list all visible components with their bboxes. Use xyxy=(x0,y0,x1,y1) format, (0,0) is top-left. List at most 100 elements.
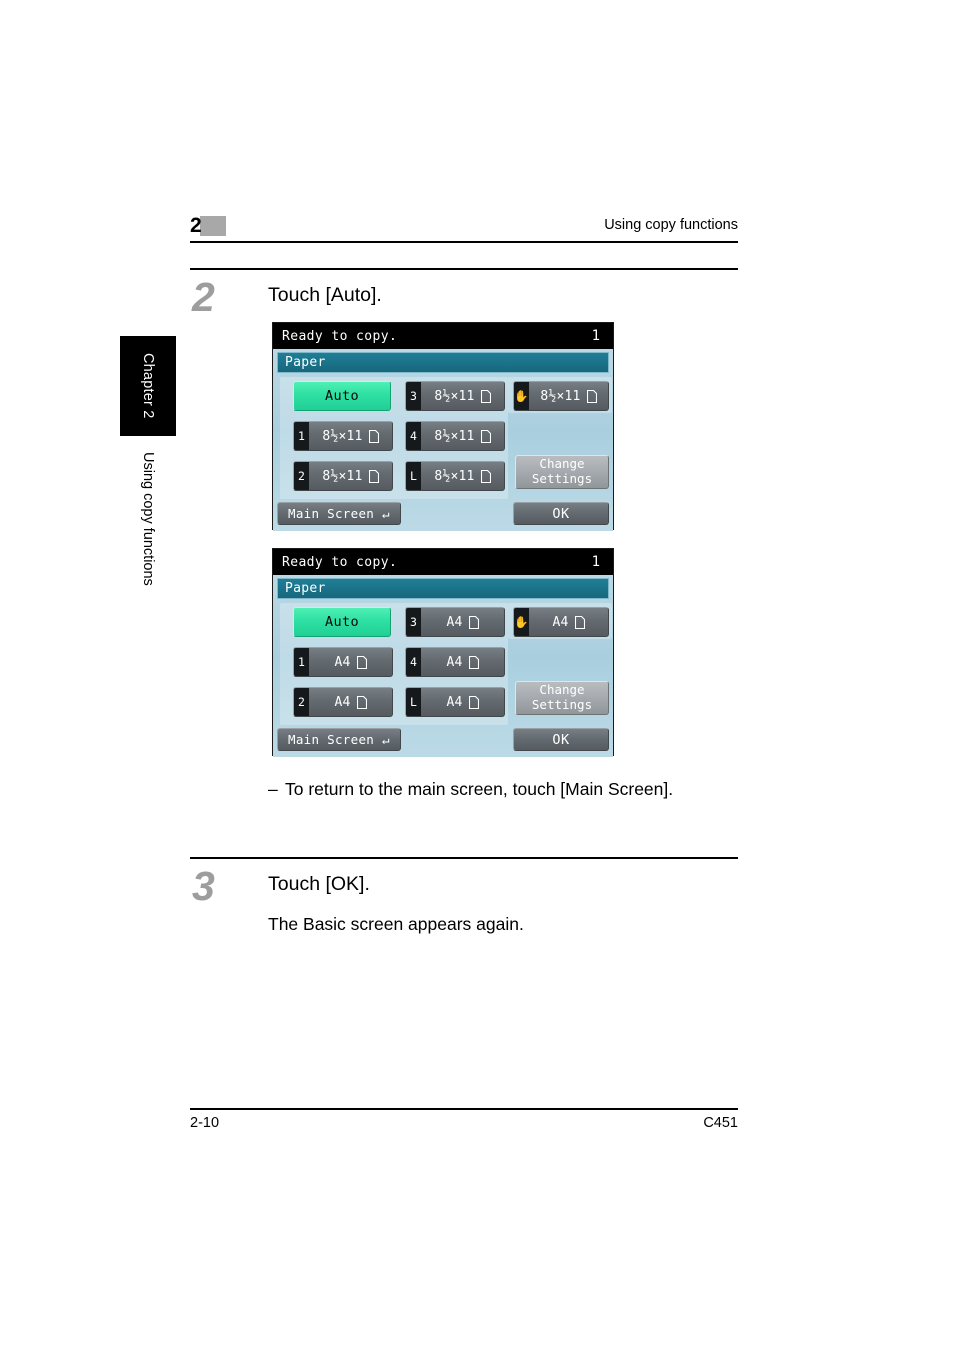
tray-4-label: A4 xyxy=(421,655,504,670)
tray-2-badge: 2 xyxy=(294,688,309,716)
tray-1-button[interactable]: 1 A4 xyxy=(293,647,393,677)
lcd-title-text: Paper xyxy=(285,581,326,596)
change-settings-button[interactable]: Change Settings xyxy=(515,455,609,489)
tray-4-button[interactable]: 4 8½×11 xyxy=(405,421,505,451)
tray-4-label: 8½×11 xyxy=(421,429,504,444)
tray-3-label: 8½×11 xyxy=(421,389,504,404)
tray-l-badge: L xyxy=(406,462,421,490)
lcd-copy-count: 1 xyxy=(591,328,600,344)
tray-2-badge: 2 xyxy=(294,462,309,490)
step-2-note: – To return to the main screen, touch [M… xyxy=(268,777,688,802)
auto-paper-button[interactable]: Auto xyxy=(293,607,391,637)
lcd-title-bar: Paper xyxy=(277,352,609,373)
step-2-title: Touch [Auto]. xyxy=(268,284,382,306)
tray-l-label: 8½×11 xyxy=(421,469,504,484)
main-screen-button[interactable]: Main Screen ↵ xyxy=(277,502,401,525)
footer-page-number: 2-10 xyxy=(190,1115,220,1131)
tray-1-button[interactable]: 1 8½×11 xyxy=(293,421,393,451)
tray-2-button[interactable]: 2 A4 xyxy=(293,687,393,717)
return-arrow-icon: ↵ xyxy=(382,506,390,521)
lcd-status-bar: Ready to copy. 1 xyxy=(273,323,613,349)
step-3-title: Touch [OK]. xyxy=(268,873,370,895)
ok-button[interactable]: OK xyxy=(513,502,609,525)
change-settings-button[interactable]: Change Settings xyxy=(515,681,609,715)
bypass-tray-hand-icon: ✋ xyxy=(514,382,529,410)
bypass-tray-button[interactable]: ✋ 8½×11 xyxy=(513,381,609,411)
tray-4-button[interactable]: 4 A4 xyxy=(405,647,505,677)
change-settings-line-1: Change xyxy=(539,682,585,698)
tray-2-label: 8½×11 xyxy=(309,469,392,484)
lcd-button-grid: Auto 3 A4 ✋ A4 1 A4 4 A4 2 A4 L A4 Chang… xyxy=(277,603,612,725)
tray-4-badge: 4 xyxy=(406,422,421,450)
auto-paper-button[interactable]: Auto xyxy=(293,381,391,411)
header-divider xyxy=(190,241,738,243)
header-title: Using copy functions xyxy=(604,217,738,233)
tray-l-button[interactable]: L 8½×11 xyxy=(405,461,505,491)
tray-1-badge: 1 xyxy=(294,648,309,676)
paper-portrait-icon xyxy=(368,469,379,483)
lcd-footer-bar: Main Screen ↵ OK xyxy=(277,728,609,754)
tray-l-label: A4 xyxy=(421,695,504,710)
paper-portrait-icon xyxy=(586,389,597,403)
return-arrow-icon: ↵ xyxy=(382,732,390,747)
bypass-tray-hand-icon: ✋ xyxy=(514,608,529,636)
tray-l-badge: L xyxy=(406,688,421,716)
lcd-copy-count: 1 xyxy=(591,554,600,570)
bypass-tray-label: A4 xyxy=(529,615,608,630)
step-3-divider xyxy=(190,857,738,859)
tray-3-badge: 3 xyxy=(406,382,421,410)
chapter-tab-label: Chapter 2 xyxy=(140,353,156,419)
footer-divider xyxy=(190,1108,738,1110)
tray-1-size: A4 xyxy=(334,654,351,670)
lcd-screenshot-imperial: Ready to copy. 1 Paper Auto 3 8½×11 ✋ 8½… xyxy=(272,322,614,531)
paper-portrait-icon xyxy=(468,615,479,629)
tray-l-button[interactable]: L A4 xyxy=(405,687,505,717)
lcd-title-text: Paper xyxy=(285,355,326,370)
main-screen-button[interactable]: Main Screen ↵ xyxy=(277,728,401,751)
bypass-tray-label: 8½×11 xyxy=(529,389,608,404)
change-settings-line-1: Change xyxy=(539,456,585,472)
tray-1-label: A4 xyxy=(309,655,392,670)
tray-3-label: A4 xyxy=(421,615,504,630)
tray-3-size: A4 xyxy=(446,614,463,630)
step-2-divider xyxy=(190,268,738,270)
tray-1-badge: 1 xyxy=(294,422,309,450)
tray-2-size: A4 xyxy=(334,694,351,710)
ok-button[interactable]: OK xyxy=(513,728,609,751)
tray-4-badge: 4 xyxy=(406,648,421,676)
chapter-number-highlight xyxy=(200,216,226,236)
tray-3-button[interactable]: 3 8½×11 xyxy=(405,381,505,411)
sidebar-vertical-label-text: Using copy functions xyxy=(140,452,156,586)
lcd-title-bar: Paper xyxy=(277,578,609,599)
paper-portrait-icon xyxy=(356,695,367,709)
step-3-number: 3 xyxy=(192,863,215,909)
tray-2-label: A4 xyxy=(309,695,392,710)
auto-paper-label: Auto xyxy=(324,614,360,630)
paper-portrait-icon xyxy=(574,615,585,629)
ok-button-label: OK xyxy=(552,505,570,522)
bypass-tray-size: A4 xyxy=(552,614,569,630)
lcd-status-text: Ready to copy. xyxy=(282,554,398,570)
paper-portrait-icon xyxy=(368,429,379,443)
step-2-number: 2 xyxy=(192,274,215,320)
ok-button-label: OK xyxy=(552,731,570,748)
step-2-note-dash: – xyxy=(268,779,278,799)
paper-portrait-icon xyxy=(480,389,491,403)
lcd-body: Paper Auto 3 A4 ✋ A4 1 A4 4 A4 2 A4 L A4… xyxy=(273,575,613,757)
lcd-screenshot-metric: Ready to copy. 1 Paper Auto 3 A4 ✋ A4 1 … xyxy=(272,548,614,757)
lcd-footer-bar: Main Screen ↵ OK xyxy=(277,502,609,528)
sidebar-vertical-label: Using copy functions xyxy=(120,452,176,586)
header-chapter-number: 2 xyxy=(190,214,202,237)
tray-l-size: 8½×11 xyxy=(434,468,475,484)
tray-2-button[interactable]: 2 8½×11 xyxy=(293,461,393,491)
sidebar: Chapter 2 Using copy functions xyxy=(120,336,176,586)
tray-3-button[interactable]: 3 A4 xyxy=(405,607,505,637)
lcd-status-text: Ready to copy. xyxy=(282,328,398,344)
lcd-button-grid: Auto 3 8½×11 ✋ 8½×11 1 8½×11 4 8½×11 2 8… xyxy=(277,377,612,499)
main-screen-label: Main Screen xyxy=(288,732,375,747)
bypass-tray-button[interactable]: ✋ A4 xyxy=(513,607,609,637)
change-settings-line-2: Settings xyxy=(531,697,593,712)
tray-4-size: 8½×11 xyxy=(434,428,475,444)
auto-paper-label: Auto xyxy=(324,388,360,404)
page-header: 2 Using copy functions xyxy=(190,214,738,244)
